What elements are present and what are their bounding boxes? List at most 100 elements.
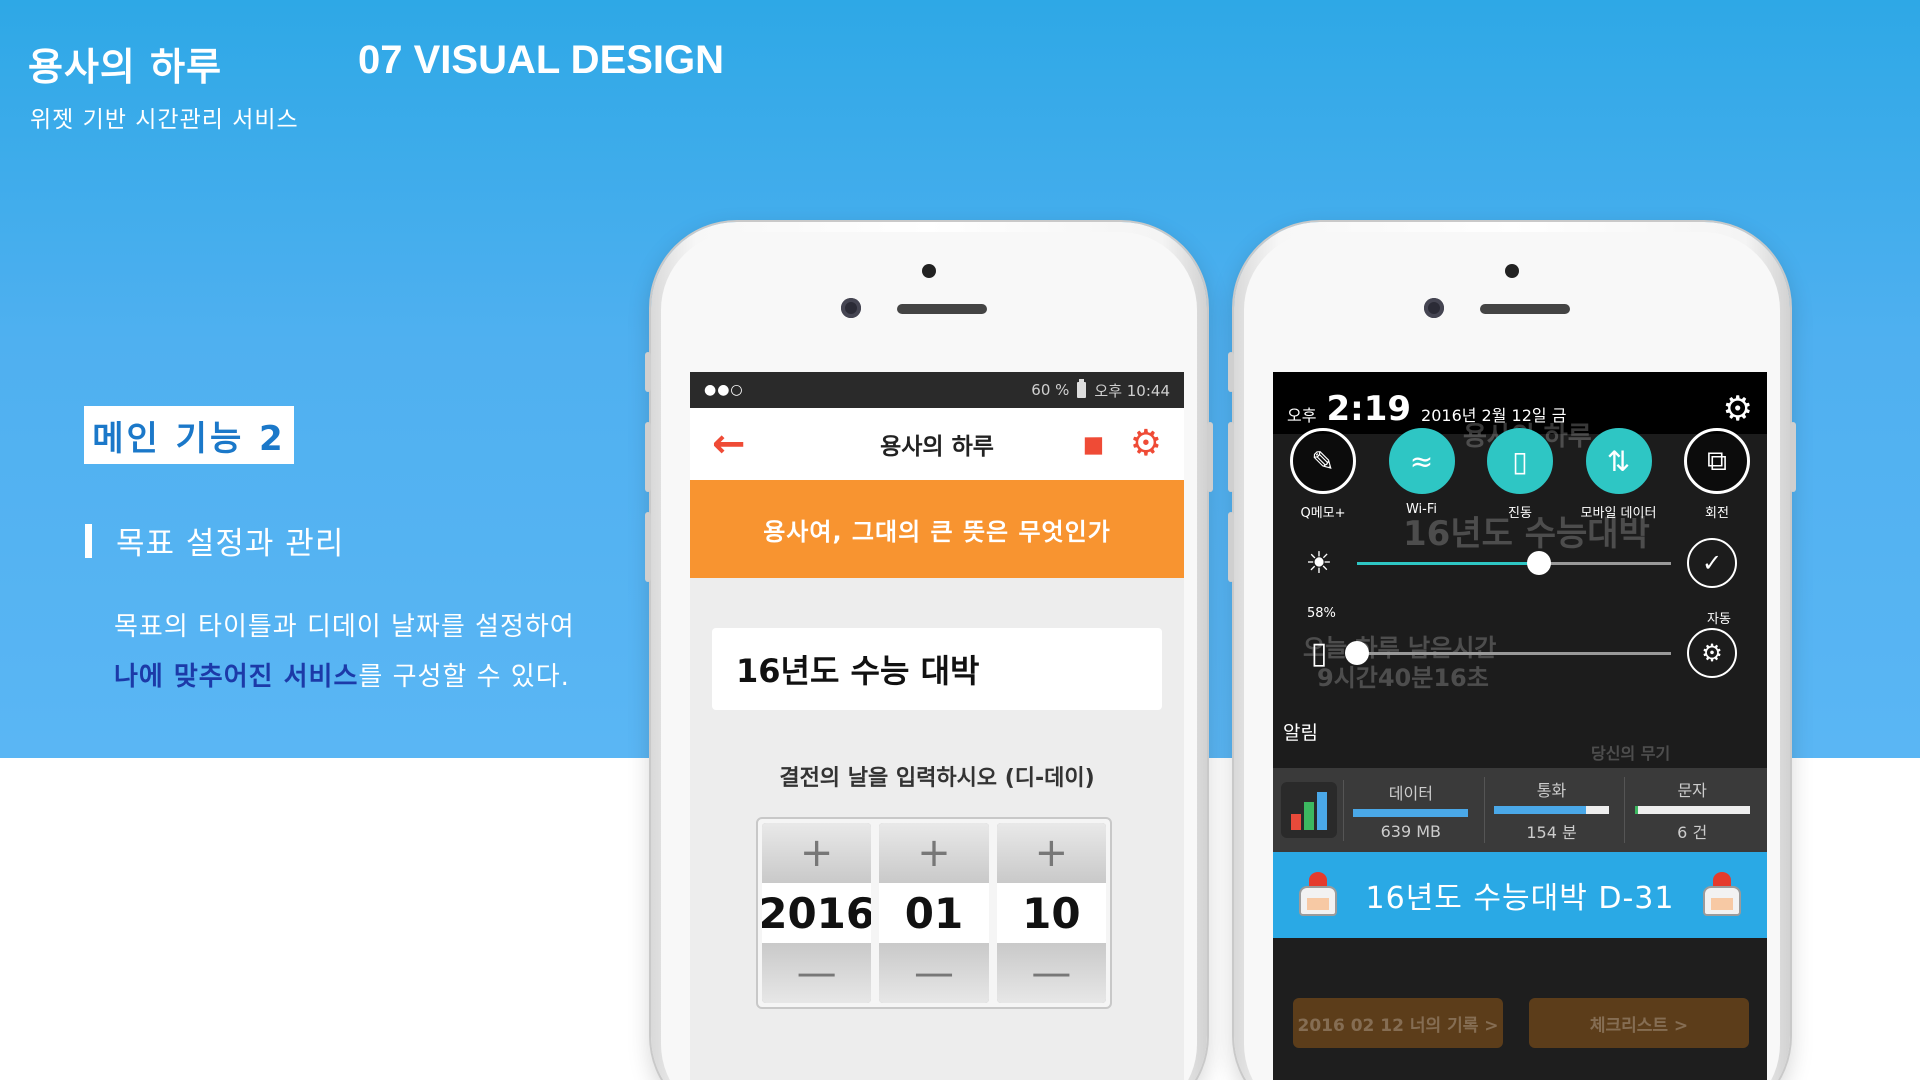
background-app-lower: 2016 02 12 너의 기록 > 체크리스트 > (1273, 938, 1767, 1080)
side-button (1228, 422, 1234, 492)
usage-calls: 통화 154 분 (1483, 777, 1619, 843)
volume-row: ▯ ⚙ (1297, 628, 1737, 678)
ghost-checklist-button: 체크리스트 > (1529, 998, 1749, 1048)
goal-title-input[interactable]: 16년도 수능 대박 (712, 628, 1162, 710)
month-plus-button[interactable]: + (879, 823, 989, 883)
day-column: + 10 — (996, 823, 1106, 1003)
brand-subtitle: 위젯 기반 시간관리 서비스 (30, 107, 299, 133)
feature-description-highlight: 나에 맞추어진 서비스 (114, 662, 359, 692)
brightness-fill (1357, 561, 1540, 565)
phone-bezel: ●●○ 60 % 오후 10:44 ← 용사의 하루 ◆ ⚙ 용사여, 그대의 … (661, 232, 1197, 1080)
quest-banner: 용사여, 그대의 큰 뜻은 무엇인가 (690, 480, 1184, 578)
notification-header: 알림 (1283, 722, 1318, 744)
dday-prompt: 결전의 날을 입력하시오 (디-데이) (779, 766, 1095, 791)
usage-track (1634, 806, 1750, 814)
ghost-log-button: 2016 02 12 너의 기록 > (1293, 998, 1503, 1048)
feature-description-line1: 목표의 타이틀과 디데이 날짜를 설정하여 (114, 612, 575, 642)
phone-bezel: 오후 2:19 2016년 2월 12일 금 ⚙ 용사의 하루 16년도 수능대… (1244, 232, 1780, 1080)
day-plus-button[interactable]: + (996, 823, 1106, 883)
usage-icon-bar (1304, 802, 1314, 830)
knight-icon (1293, 870, 1343, 920)
screen-goal-setting: ●●○ 60 % 오후 10:44 ← 용사의 하루 ◆ ⚙ 용사여, 그대의 … (690, 372, 1184, 1080)
brightness-icon: ☀ (1305, 545, 1333, 581)
signal-icon: ●●○ (704, 382, 744, 398)
section-title: 07 VISUAL DESIGN (358, 38, 725, 82)
feature-description-line2: 나에 맞추어진 서비스를 구성할 수 있다. (114, 656, 570, 693)
battery-icon (1077, 379, 1087, 398)
volume-knob[interactable] (1345, 640, 1369, 665)
usage-value: 6 건 (1677, 823, 1708, 842)
side-button (1790, 422, 1796, 492)
knight-face (1710, 898, 1733, 910)
feature-heading: 목표 설정과 관리 (116, 526, 345, 562)
proximity-sensor (922, 264, 936, 278)
sword-icon[interactable]: ◆ (1073, 422, 1117, 466)
usage-data: 데이터 639 MB (1343, 779, 1478, 841)
knight-face (1307, 898, 1329, 910)
month-minus-button[interactable]: — (879, 943, 989, 1003)
status-right: 60 % 오후 10:44 (1031, 379, 1170, 401)
phone-mockup-right: 오후 2:19 2016년 2월 12일 금 ⚙ 용사의 하루 16년도 수능대… (1228, 222, 1796, 1080)
day-minus-button[interactable]: — (996, 943, 1106, 1003)
year-column: + 2016 — (762, 823, 872, 1003)
volume-slider[interactable] (1345, 640, 1671, 665)
quick-setting-rotate[interactable]: ⧉ 회전 (1677, 428, 1757, 521)
settings-gear-icon[interactable]: ⚙ (1723, 392, 1753, 426)
vibrate-mode-icon: ▯ (1310, 635, 1328, 671)
usage-value: 154 분 (1526, 823, 1577, 842)
usage-fill (1353, 808, 1469, 817)
earpiece-speaker (1480, 304, 1570, 314)
usage-fill (1494, 806, 1586, 814)
usage-fill (1634, 806, 1639, 814)
usage-messages: 문자 6 건 (1624, 777, 1759, 843)
month-value: 01 (879, 883, 989, 943)
knight-icon (1697, 870, 1747, 920)
year-value: 2016 (762, 883, 872, 943)
side-button (1207, 422, 1213, 492)
quick-setting-vibrate[interactable]: ▯ 진동 (1480, 428, 1560, 521)
quick-setting-qmemo[interactable]: ✎ Q메모+ (1283, 428, 1363, 521)
phone-mockup-left: ●●○ 60 % 오후 10:44 ← 용사의 하루 ◆ ⚙ 용사여, 그대의 … (645, 222, 1213, 1080)
brightness-knob[interactable] (1527, 550, 1552, 575)
brightness-slider[interactable] (1357, 550, 1671, 575)
battery-percent: 60 % (1031, 381, 1070, 399)
brand-title: 용사의 하루 (28, 45, 223, 89)
brightness-percent: 58% (1307, 606, 1336, 621)
side-button (645, 512, 651, 582)
quick-setting-wifi[interactable]: ≈ Wi-Fi (1382, 428, 1462, 521)
proximity-sensor (1505, 264, 1519, 278)
earpiece-speaker (897, 304, 987, 314)
month-column: + 01 — (879, 823, 989, 1003)
year-minus-button[interactable]: — (762, 943, 872, 1003)
status-time: 2:19 (1326, 389, 1412, 429)
quick-setting-mobile-data[interactable]: ⇅ 모바일 데이터 (1579, 428, 1659, 521)
side-button (645, 422, 651, 492)
status-ampm: 오후 (1287, 406, 1317, 425)
dday-widget-text: 16년도 수능대박 D-31 (1365, 881, 1675, 916)
sound-settings-gear-icon[interactable]: ⚙ (1687, 628, 1737, 678)
brightness-row: ☀ ✓ (1297, 538, 1737, 588)
wifi-icon: ≈ (1388, 428, 1455, 494)
app-bar: ← 용사의 하루 ◆ ⚙ (690, 408, 1184, 480)
auto-brightness-check-icon[interactable]: ✓ (1687, 538, 1737, 588)
gear-icon[interactable]: ⚙ (1130, 426, 1162, 462)
screen-notification-panel: 오후 2:19 2016년 2월 12일 금 ⚙ 용사의 하루 16년도 수능대… (1273, 372, 1767, 1080)
app-bar-actions: ◆ ⚙ (1073, 422, 1162, 466)
qmemo-icon: ✎ (1290, 428, 1356, 494)
feature-description-rest: 를 구성할 수 있다. (358, 662, 570, 692)
feature-heading-marker (85, 524, 92, 558)
year-plus-button[interactable]: + (762, 823, 872, 883)
quick-settings-row: ✎ Q메모+ ≈ Wi-Fi ▯ 진동 ⇅ 모바일 데이터 ⧉ 회전 (1283, 428, 1757, 521)
dday-widget[interactable]: 16년도 수능대박 D-31 (1273, 852, 1767, 938)
date-picker: + 2016 — + 01 — + 10 — (756, 817, 1112, 1009)
usage-widget[interactable]: 데이터 639 MB 통화 154 분 문자 6 건 (1273, 768, 1767, 852)
quick-setting-label: 모바일 데이터 (1580, 506, 1657, 521)
mobile-data-icon: ⇅ (1585, 428, 1652, 494)
usage-app-icon (1281, 782, 1337, 838)
vibrate-icon: ▯ (1487, 428, 1553, 494)
usage-value: 639 MB (1380, 821, 1442, 841)
back-arrow-icon[interactable]: ← (712, 424, 746, 464)
rotate-icon: ⧉ (1684, 428, 1750, 494)
usage-track (1494, 806, 1609, 814)
side-button (645, 352, 651, 392)
